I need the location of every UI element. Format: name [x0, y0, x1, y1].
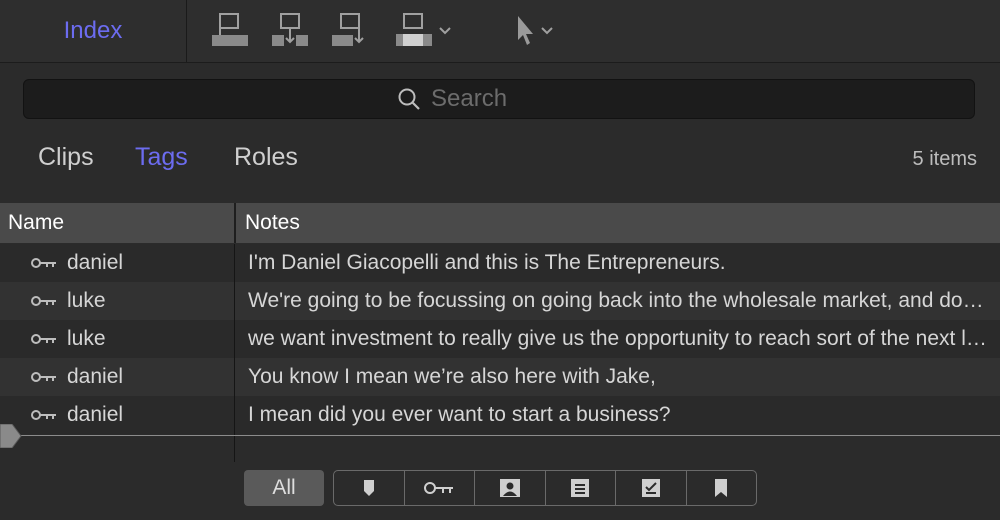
column-header-notes[interactable]: Notes	[245, 203, 300, 243]
chevron-down-icon	[439, 27, 451, 35]
table-row[interactable]: daniel I'm Daniel Giacopelli and this is…	[0, 244, 1000, 282]
insert-icon	[272, 13, 308, 46]
todo-icon	[571, 479, 590, 497]
row-notes: We're going to be focussing on going bac…	[248, 289, 988, 312]
row-notes: we want investment to really give us the…	[248, 327, 988, 350]
tab-clips[interactable]: Clips	[38, 143, 94, 172]
insert-button[interactable]	[270, 10, 310, 50]
table-row[interactable]: luke We're going to be focussing on goin…	[0, 282, 1000, 320]
column-header-name[interactable]: Name	[8, 203, 64, 243]
chevron-down-icon	[541, 27, 553, 35]
filter-keywords-button[interactable]	[405, 471, 475, 505]
filter-completed-button[interactable]	[616, 471, 687, 505]
keyword-icon	[30, 370, 58, 384]
marker-icon	[363, 480, 374, 496]
keyword-icon	[30, 332, 58, 346]
append-icon	[332, 13, 364, 46]
row-name: daniel	[67, 403, 124, 426]
tab-tags[interactable]: Tags	[135, 143, 188, 172]
filter-all-button[interactable]: All	[244, 470, 324, 506]
search-field[interactable]	[23, 79, 975, 119]
overwrite-icon	[396, 13, 432, 46]
tab-roles[interactable]: Roles	[234, 143, 298, 172]
select-tool-icon	[518, 16, 533, 45]
table-row[interactable]: luke we want investment to really give u…	[0, 320, 1000, 358]
connect-button[interactable]	[210, 10, 250, 50]
keyword-icon	[424, 482, 454, 494]
playhead-line	[0, 435, 1000, 436]
item-count: 5 items	[912, 148, 977, 170]
chapter-marker-icon	[715, 479, 728, 497]
analysis-keyword-icon	[499, 479, 520, 497]
column-resize-handle[interactable]	[234, 203, 236, 243]
filter-analysis-button[interactable]	[475, 471, 546, 505]
keyword-icon	[30, 256, 58, 270]
search-input[interactable]	[431, 85, 601, 113]
column-divider	[234, 244, 235, 462]
filter-group	[333, 470, 757, 506]
toolbar-divider	[186, 0, 187, 62]
filter-todo-button[interactable]	[546, 471, 616, 505]
connect-icon	[212, 13, 248, 46]
table-row[interactable]: daniel You know I mean we’re also here w…	[0, 358, 1000, 396]
table-row[interactable]: daniel I mean did you ever want to start…	[0, 396, 1000, 434]
append-button[interactable]	[330, 10, 370, 50]
filter-chapters-button[interactable]	[687, 471, 757, 505]
keyword-icon	[30, 408, 58, 422]
tag-list: daniel I'm Daniel Giacopelli and this is…	[0, 244, 1000, 434]
keyword-icon	[30, 294, 58, 308]
playhead-icon[interactable]	[0, 424, 22, 448]
row-name: daniel	[67, 365, 124, 388]
index-title: Index	[63, 17, 123, 44]
row-name: luke	[67, 289, 106, 312]
table-header: Name Notes	[0, 203, 1000, 243]
completed-todo-icon	[641, 479, 660, 497]
filter-markers-button[interactable]	[334, 471, 405, 505]
toolbar: Index	[0, 0, 1000, 63]
row-notes: I'm Daniel Giacopelli and this is The En…	[248, 251, 726, 274]
row-name: daniel	[67, 251, 124, 274]
row-notes: You know I mean we’re also here with Jak…	[248, 365, 656, 388]
tool-select-button[interactable]	[505, 10, 565, 50]
row-name: luke	[67, 327, 106, 350]
overwrite-button[interactable]	[390, 10, 460, 50]
search-icon	[398, 88, 420, 110]
row-notes: I mean did you ever want to start a busi…	[248, 403, 671, 426]
